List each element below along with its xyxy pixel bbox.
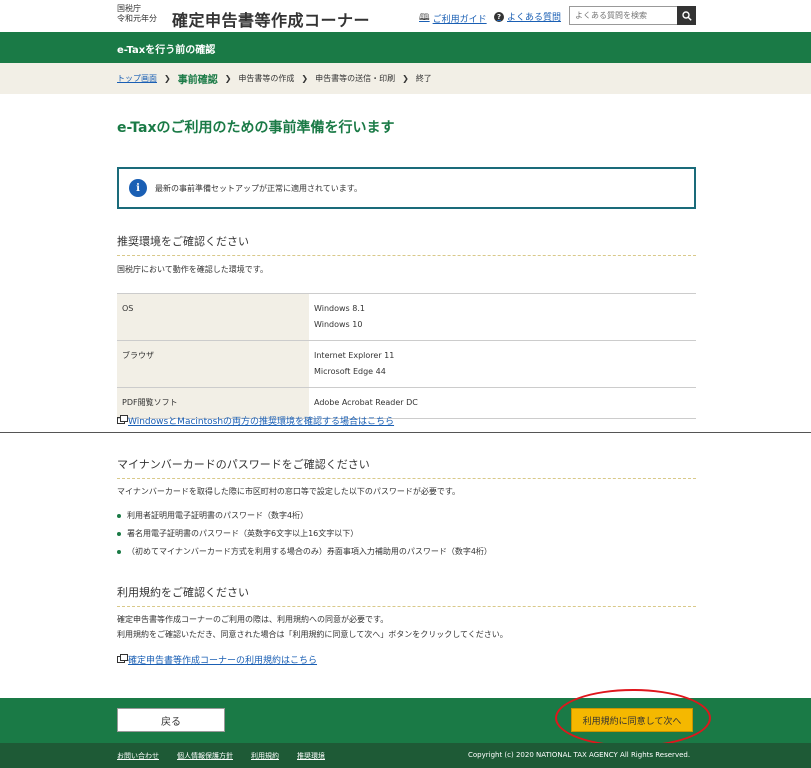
search-button[interactable] xyxy=(677,6,696,25)
page-title: e-Taxのご利用のための事前準備を行います xyxy=(117,120,395,136)
env-os-value-1: Windows 8.1 xyxy=(314,304,365,313)
agree-next-button[interactable]: 利用規約に同意して次へ xyxy=(571,708,693,732)
back-button[interactable]: 戻る xyxy=(117,708,225,732)
search-input[interactable] xyxy=(569,6,678,25)
chevron-right-icon: ❯ xyxy=(301,74,309,83)
table-row: ブラウザ Internet Explorer 11 Microsoft Edge… xyxy=(117,340,696,388)
password-section-title: マイナンバーカードのパスワードをご確認ください xyxy=(117,456,696,479)
terms-link[interactable]: 確定申告書等作成コーナーの利用規約はこちら xyxy=(117,653,317,666)
external-window-icon xyxy=(117,415,128,424)
question-icon: ? xyxy=(494,11,504,22)
list-item: 利用者証明用電子証明書のパスワード（数字4桁） xyxy=(117,507,492,525)
env-description: 国税庁において動作を確認した環境です。 xyxy=(117,265,268,274)
step-current: 事前確認 xyxy=(177,75,218,86)
guide-link-label: ご利用ガイド xyxy=(432,14,487,25)
terms-section-title: 利用規約をご確認ください xyxy=(117,584,696,607)
step-send-print: 申告書等の送信・印刷 xyxy=(315,74,396,83)
section-title-bar: e-Taxを行う前の確認 xyxy=(0,32,811,63)
env-detail-link[interactable]: WindowsとMacintoshの両方の推奨環境を確認する場合はこちら xyxy=(117,414,394,427)
terms-link-label: 確定申告書等作成コーナーの利用規約はこちら xyxy=(128,656,318,666)
info-message-box: i 最新の事前準備セットアップが正常に適用されています。 xyxy=(117,167,696,209)
agency-label: 国税庁 令和元年分 xyxy=(117,4,157,24)
env-browser-value-2: Microsoft Edge 44 xyxy=(314,367,386,376)
info-icon: i xyxy=(129,179,147,197)
progress-steps: トップ画面 ❯ 事前確認 ❯ 申告書等の作成 ❯ 申告書等の送信・印刷 ❯ 終了 xyxy=(0,63,811,94)
env-detail-link-label: WindowsとMacintoshの両方の推奨環境を確認する場合はこちら xyxy=(128,417,395,427)
footer-terms-link[interactable]: 利用規約 xyxy=(251,751,279,761)
terms-text-1: 確定申告書等作成コーナーのご利用の際は、利用規約への同意が必要です。 xyxy=(117,615,389,624)
action-bar: 戻る 利用規約に同意して次へ xyxy=(0,698,811,743)
footer-contact-link[interactable]: お問い合わせ xyxy=(117,751,159,761)
env-os-value-2: Windows 10 xyxy=(314,320,363,329)
site-footer: お問い合わせ 個人情報保護方針 利用規約 推奨環境 Copyright (c) … xyxy=(0,743,811,768)
faq-link-label: よくある質問 xyxy=(507,13,562,23)
table-row: OS Windows 8.1 Windows 10 xyxy=(117,293,696,341)
copyright: Copyright (c) 2020 NATIONAL TAX AGENCY A… xyxy=(468,751,691,759)
env-os-label: OS xyxy=(117,293,309,341)
footer-links: お問い合わせ 個人情報保護方針 利用規約 推奨環境 xyxy=(117,751,325,761)
env-section-title: 推奨環境をご確認ください xyxy=(117,233,696,256)
chevron-right-icon: ❯ xyxy=(402,74,409,83)
site-header: 国税庁 令和元年分 確定申告書等作成コーナー 🕮 ご利用ガイド ? よくある質問 xyxy=(0,0,811,32)
site-title[interactable]: 確定申告書等作成コーナー xyxy=(172,7,370,31)
chevron-right-icon: ❯ xyxy=(224,74,232,83)
step-finish: 終了 xyxy=(415,74,432,83)
step-create: 申告書等の作成 xyxy=(238,74,295,83)
env-browser-value-1: Internet Explorer 11 xyxy=(314,351,395,360)
book-icon: 🕮 xyxy=(419,13,430,23)
guide-link[interactable]: 🕮 ご利用ガイド xyxy=(419,10,487,26)
step-top-link[interactable]: トップ画面 xyxy=(117,73,157,84)
footer-privacy-link[interactable]: 個人情報保護方針 xyxy=(177,751,233,761)
chevron-right-icon: ❯ xyxy=(164,74,171,83)
section-title: e-Taxを行う前の確認 xyxy=(117,45,216,56)
password-description: マイナンバーカードを取得した際に市区町村の窓口等で設定した以下のパスワードが必要… xyxy=(117,487,461,496)
info-message: 最新の事前準備セットアップが正常に適用されています。 xyxy=(155,183,362,193)
terms-text-2: 利用規約をご確認いただき、同意された場合は「利用規約に同意して次へ」ボタンをクリ… xyxy=(117,630,508,639)
search-icon xyxy=(681,10,692,21)
list-item: （初めてマイナンバーカード方式を利用する場合のみ）券面事項入力補助用のパスワード… xyxy=(117,543,492,561)
agency-name: 国税庁 xyxy=(117,4,141,13)
env-os-value: Windows 8.1 Windows 10 xyxy=(309,293,696,341)
external-window-icon xyxy=(117,654,128,663)
tax-year: 令和元年分 xyxy=(117,14,157,23)
list-item: 署名用電子証明書のパスワード（英数字6文字以上16文字以下） xyxy=(117,525,492,543)
password-list: 利用者証明用電子証明書のパスワード（数字4桁） 署名用電子証明書のパスワード（英… xyxy=(117,507,492,561)
section-divider xyxy=(0,432,811,433)
faq-link[interactable]: ? よくある質問 xyxy=(494,10,561,23)
env-table: OS Windows 8.1 Windows 10 ブラウザ Internet … xyxy=(117,293,696,419)
env-browser-value: Internet Explorer 11 Microsoft Edge 44 xyxy=(309,340,696,388)
footer-env-link[interactable]: 推奨環境 xyxy=(297,751,325,761)
env-browser-label: ブラウザ xyxy=(117,340,309,388)
